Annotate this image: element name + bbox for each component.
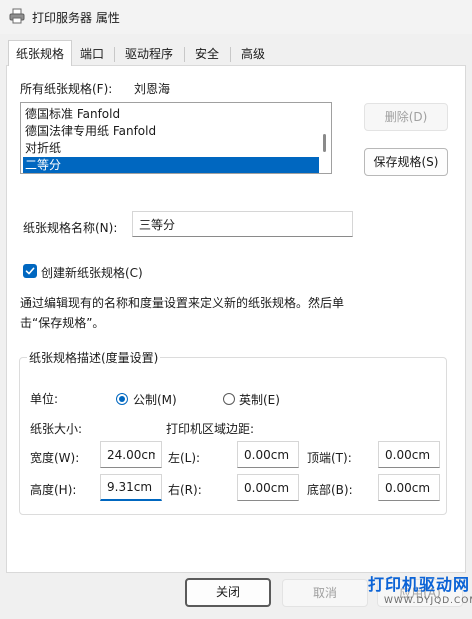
top-margin-input[interactable] (378, 441, 440, 468)
list-item[interactable]: 对折纸 (23, 140, 319, 157)
printer-icon (9, 8, 25, 24)
english-radio[interactable] (223, 393, 235, 405)
width-label: 宽度(W): (30, 451, 80, 465)
delete-button[interactable]: 删除(D) (364, 103, 448, 131)
metric-radio[interactable] (116, 393, 128, 405)
width-input[interactable] (100, 441, 162, 468)
checkmark-icon (25, 267, 35, 275)
owner-name: 刘恩海 (134, 82, 171, 96)
paper-sizes-list[interactable]: 德国标准 Fanfold 德国法律专用纸 Fanfold 对折纸 二等分 (20, 102, 332, 174)
tab-bar: 纸张规格 端口 驱动程序 安全 高级 (6, 40, 466, 66)
tab-advanced[interactable]: 高级 (233, 42, 273, 66)
list-item[interactable]: 德国标准 Fanfold (23, 106, 319, 123)
english-label[interactable]: 英制(E) (239, 391, 280, 408)
close-button[interactable]: 关闭 (185, 578, 271, 607)
paper-size-label: 纸张大小: (30, 422, 83, 436)
right-margin-label: 右(R): (168, 483, 202, 497)
bottom-margin-label: 底部(B): (307, 483, 353, 497)
scroll-thumb[interactable] (323, 134, 326, 152)
create-new-form-label[interactable]: 创建新纸张规格(C) (41, 264, 143, 281)
description-line-1: 通过编辑现有的名称和度量设置来定义新的纸张规格。然后单 (20, 296, 345, 310)
tab-separator (230, 47, 231, 62)
form-name-label: 纸张规格名称(N): (23, 221, 118, 235)
cancel-button[interactable]: 取消 (282, 579, 368, 607)
tab-separator (114, 47, 115, 62)
height-label: 高度(H): (30, 483, 77, 497)
watermark-url: WWW.DYJQD.COM (384, 596, 472, 606)
list-scrollbar[interactable] (319, 103, 331, 173)
all-forms-label: 所有纸张规格(F): (20, 82, 113, 96)
height-input[interactable] (100, 474, 162, 501)
create-new-form-checkbox[interactable] (23, 264, 37, 278)
bottom-margin-input[interactable] (378, 474, 440, 501)
tab-ports[interactable]: 端口 (72, 42, 112, 66)
title-bar: 打印服务器 属性 (0, 0, 472, 34)
top-margin-label: 顶端(T): (307, 451, 352, 465)
left-margin-input[interactable] (237, 441, 299, 468)
tab-drivers[interactable]: 驱动程序 (117, 42, 181, 66)
description-line-2: 击“保存规格”。 (20, 316, 105, 330)
tab-separator (184, 47, 185, 62)
list-item[interactable]: 德国法律专用纸 Fanfold (23, 123, 319, 140)
save-form-button[interactable]: 保存规格(S) (364, 148, 448, 176)
measurements-group-title: 纸张规格描述(度量设置) (27, 349, 161, 366)
metric-label[interactable]: 公制(M) (133, 391, 177, 408)
window-title: 打印服务器 属性 (32, 11, 120, 25)
left-margin-label: 左(L): (168, 451, 201, 465)
unit-label: 单位: (30, 392, 59, 406)
list-item-selected[interactable]: 二等分 (23, 157, 319, 173)
margins-label: 打印机区域边距: (166, 422, 255, 436)
tab-security[interactable]: 安全 (187, 42, 227, 66)
form-name-input[interactable] (132, 211, 353, 237)
watermark-text: 打印机驱动网 (368, 575, 471, 594)
right-margin-input[interactable] (237, 474, 299, 501)
tab-paper-sizes[interactable]: 纸张规格 (8, 40, 73, 66)
